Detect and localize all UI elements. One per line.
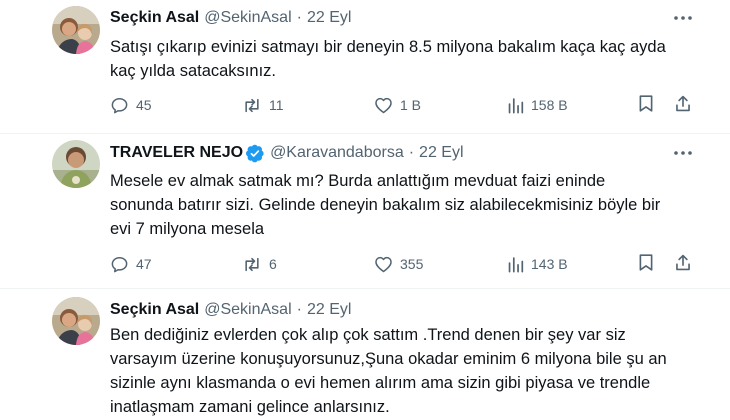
reply-button[interactable]: 45 [110,94,152,116]
tweet-text-line: Mesele ev almak satmak mı? Burda anlattı… [110,172,606,190]
tweet-text-line: sonunda batırır sizi. Gelinde deneyin ba… [110,196,661,214]
tweet-text-line: evi 7 milyona mesela [110,220,265,238]
bookmark-button[interactable] [638,253,654,272]
avatar[interactable] [52,140,100,188]
timestamp[interactable]: 22 Eyl [307,300,351,320]
bookmark-button[interactable] [638,94,654,113]
tweet-text-line: Ben dediğiniz evlerden çok alıp çok satt… [110,326,626,344]
reply-count: 45 [136,97,152,113]
share-icon [674,94,692,113]
share-button[interactable] [674,253,692,272]
tweet-text-line: Satışı çıkarıp evinizi satmayı bir deney… [110,38,666,56]
repost-count: 11 [269,97,284,113]
tweet-header: Seçkin Asal @SekinAsal · 22 Eyl [110,300,351,320]
bookmark-icon [638,94,654,113]
avatar[interactable] [52,6,100,54]
repost-button[interactable]: 6 [242,253,277,275]
username[interactable]: @SekinAsal [204,8,291,28]
like-count: 355 [400,256,424,272]
tweet-text-line: kaç yılda satacaksınız. [110,62,276,80]
tweet-text-line: sizinle aynı klasmanda o evi hemen alırı… [110,374,651,392]
tweet-text-line: varsayım üzerine konuşuyorsunuz,Şuna oka… [110,350,667,368]
divider [0,133,730,134]
repost-icon [242,255,262,274]
like-button[interactable]: 355 [374,253,423,275]
more-icon[interactable] [672,8,694,28]
tweet-header: Seçkin Asal @SekinAsal · 22 Eyl [110,8,351,28]
reply-icon [110,255,129,274]
views-count: 158 B [531,97,568,113]
tweet-text: Ben dediğiniz evlerden çok alıp çok satt… [110,323,710,419]
tweet-text: Satışı çıkarıp evinizi satmayı bir deney… [110,35,710,83]
reply-button[interactable]: 47 [110,253,152,275]
share-icon [674,253,692,272]
like-icon [374,255,393,273]
avatar[interactable] [52,297,100,345]
like-count: 1 B [400,97,422,113]
divider [0,288,730,289]
views-icon [507,96,524,114]
tweet-text: Mesele ev almak satmak mı? Burda anlattı… [110,169,710,241]
views-button[interactable]: 143 B [507,253,568,275]
tweet-text-line: inatlaşmam zamani gelince anlarsınız. [110,398,390,416]
timestamp[interactable]: 22 Eyl [307,8,351,28]
tweet-header: TRAVELER NEJO @Karavandaborsa · 22 Eyl [110,143,464,163]
username[interactable]: @Karavandaborsa [270,143,404,163]
reply-icon [110,96,129,115]
separator-dot: · [296,9,302,26]
views-count: 143 B [531,256,568,272]
verified-icon [246,144,265,163]
like-icon [374,96,393,114]
separator-dot: · [408,144,415,161]
repost-icon [242,96,262,115]
more-icon[interactable] [672,143,694,163]
separator-dot: · [296,301,302,318]
tweet-actions: 45 11 1 B 158 B [110,94,700,116]
views-icon [507,255,524,273]
repost-count: 6 [269,256,277,272]
display-name[interactable]: Seçkin Asal [110,8,199,28]
username[interactable]: @SekinAsal [204,300,291,320]
timestamp[interactable]: 22 Eyl [419,143,463,163]
display-name[interactable]: Seçkin Asal [110,300,199,320]
repost-button[interactable]: 11 [242,94,284,116]
like-button[interactable]: 1 B [374,94,421,116]
bookmark-icon [638,253,654,272]
display-name[interactable]: TRAVELER NEJO [110,143,243,163]
reply-count: 47 [136,256,152,272]
views-button[interactable]: 158 B [507,94,568,116]
tweet-actions: 47 6 355 143 B [110,253,700,275]
share-button[interactable] [674,94,692,113]
